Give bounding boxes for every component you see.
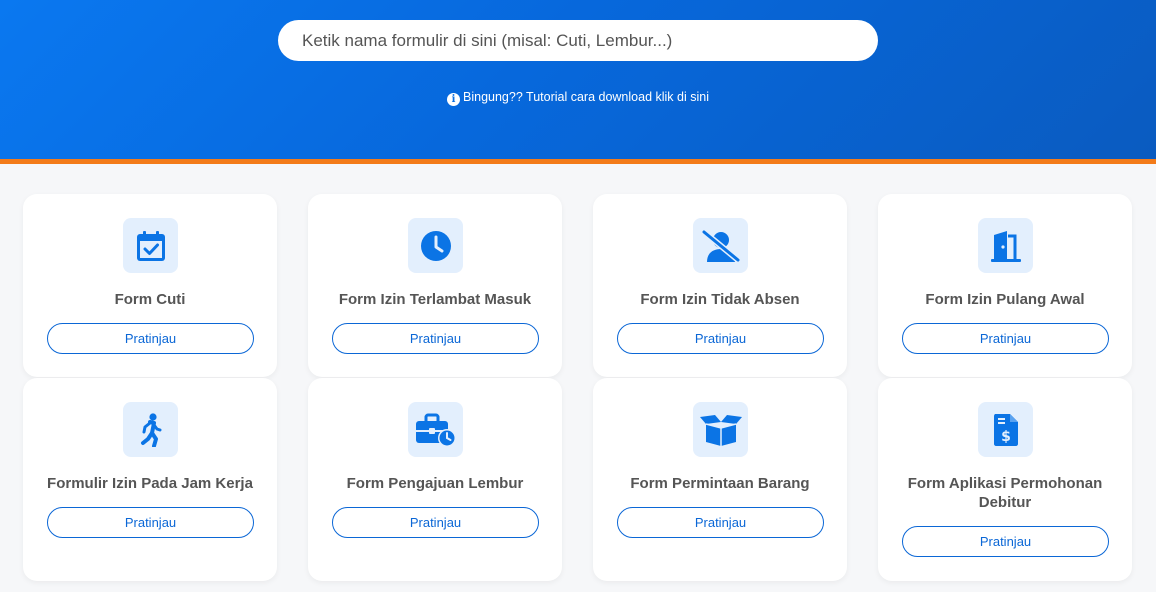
preview-button-pulang-awal[interactable]: Pratinjau [902,323,1109,354]
door-open-icon [978,218,1033,273]
clock-icon [408,218,463,273]
preview-button-lembur[interactable]: Pratinjau [332,507,539,538]
header-accent-stripe [0,159,1156,164]
form-card-cuti: Form Cuti Pratinjau [23,194,277,377]
card-title: Form Permintaan Barang [630,475,810,492]
briefcase-clock-icon [408,402,463,457]
svg-text:$: $ [1001,429,1011,445]
form-card-debitur: $ Form Aplikasi Permohonan Debitur Prati… [878,378,1132,581]
card-title: Form Izin Terlambat Masuk [338,291,532,308]
box-open-icon [693,402,748,457]
card-title: Form Aplikasi Permohonan Debitur [907,475,1103,511]
preview-button-cuti[interactable]: Pratinjau [47,323,254,354]
preview-button-barang[interactable]: Pratinjau [617,507,824,538]
tutorial-link-text: Bingung?? Tutorial cara download klik di… [463,90,709,104]
file-invoice-dollar-icon: $ [978,402,1033,457]
info-icon: i [447,93,460,106]
preview-button-tidak-absen[interactable]: Pratinjau [617,323,824,354]
preview-button-terlambat[interactable]: Pratinjau [332,323,539,354]
card-title: Form Pengajuan Lembur [346,475,524,492]
form-card-pulang-awal: Form Izin Pulang Awal Pratinjau [878,194,1132,377]
form-card-terlambat: Form Izin Terlambat Masuk Pratinjau [308,194,562,377]
preview-button-debitur[interactable]: Pratinjau [902,526,1109,557]
form-card-jam-kerja: Formulir Izin Pada Jam Kerja Pratinjau [23,378,277,581]
calendar-check-icon [123,218,178,273]
form-card-tidak-absen: Form Izin Tidak Absen Pratinjau [593,194,847,377]
form-card-barang: Form Permintaan Barang Pratinjau [593,378,847,581]
walking-person-icon [123,402,178,457]
card-title: Formulir Izin Pada Jam Kerja [47,475,253,492]
card-title: Form Cuti [114,291,186,308]
preview-button-jam-kerja[interactable]: Pratinjau [47,507,254,538]
card-title: Form Izin Pulang Awal [925,291,1085,308]
search-input[interactable] [278,20,878,61]
user-slash-icon [693,218,748,273]
form-card-lembur: Form Pengajuan Lembur Pratinjau [308,378,562,581]
tutorial-link[interactable]: i Bingung?? Tutorial cara download klik d… [0,90,1156,106]
card-title: Form Izin Tidak Absen [640,291,800,308]
